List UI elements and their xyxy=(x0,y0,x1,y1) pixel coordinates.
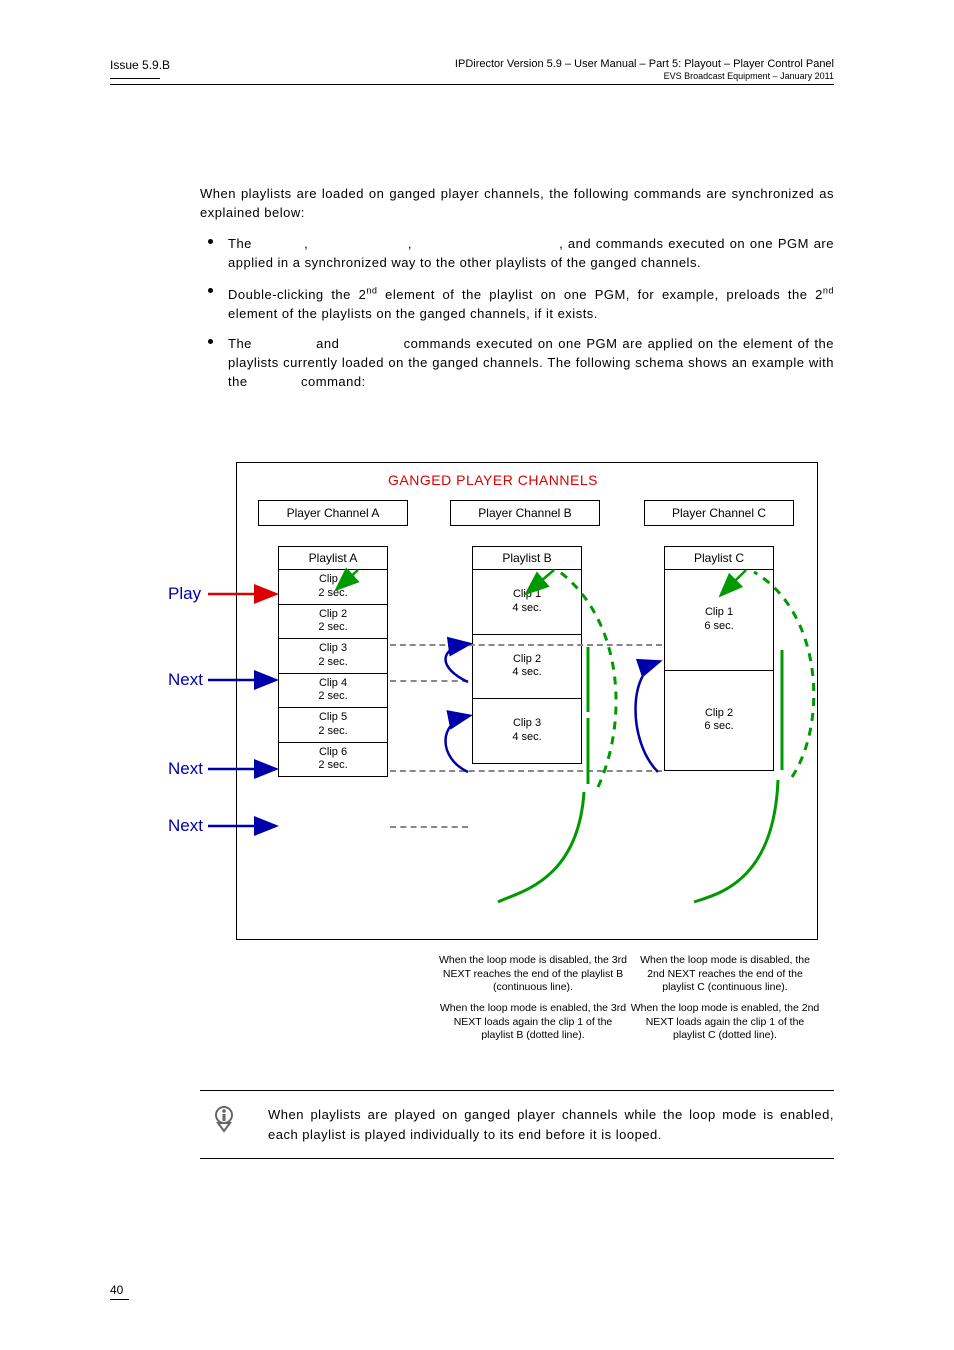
channel-b-box: Player Channel B xyxy=(450,500,600,526)
playlist-c-head: Playlist C xyxy=(665,547,773,570)
clip-c1: Clip 1 6 sec. xyxy=(665,570,773,671)
bullet-1-text: The , , , and commands executed on one P… xyxy=(228,236,834,270)
clip-b1-name: Clip 1 xyxy=(513,588,541,600)
intro-text: When playlists are loaded on ganged play… xyxy=(200,185,834,223)
clip-a6: Clip 62 sec. xyxy=(279,743,387,777)
clip-b3: Clip 3 4 sec. xyxy=(473,699,581,763)
dash-line-2 xyxy=(390,680,468,682)
bullet-1: The , , , and commands executed on one P… xyxy=(200,235,834,273)
clip-a2: Clip 22 sec. xyxy=(279,605,387,640)
bullet-list: The , , , and commands executed on one P… xyxy=(200,235,834,392)
bullet-3: The and commands executed on one PGM are… xyxy=(200,335,834,392)
clip-c1-name: Clip 1 xyxy=(705,606,733,618)
clip-a4-name: Clip 4 xyxy=(319,677,347,689)
clip-a2-dur: 2 sec. xyxy=(318,621,347,633)
clip-c2-name: Clip 2 xyxy=(705,707,733,719)
page-number: 40 xyxy=(110,1283,129,1300)
clip-a5: Clip 5 2 sec. xyxy=(279,708,387,743)
clip-a5-name: Clip 5 xyxy=(319,711,347,723)
clip-a6-name: Clip 6 xyxy=(319,746,347,758)
clip-a6-dur: 2 sec. xyxy=(318,759,347,771)
b1-gap: , , , xyxy=(257,236,564,251)
bullet-icon xyxy=(208,288,213,293)
clip-a2-name: Clip 2 xyxy=(319,608,347,620)
b2-a: Double-clicking the 2 xyxy=(228,287,366,302)
next-command-3: Next xyxy=(168,816,203,836)
next-command-1: Next xyxy=(168,670,203,690)
page-header: Issue 5.9.B IPDirector Version 5.9 – Use… xyxy=(110,58,834,85)
footnote-b-disabled: When the loop mode is disabled, the 3rd … xyxy=(438,954,628,995)
note-icon xyxy=(210,1105,238,1133)
footnote-c-disabled: When the loop mode is disabled, the 2nd … xyxy=(630,954,820,995)
dash-line-1 xyxy=(390,644,662,646)
next-command-2: Next xyxy=(168,759,203,779)
clip-b3-name: Clip 3 xyxy=(513,717,541,729)
bullet-3-text: The and commands executed on one PGM are… xyxy=(228,336,838,389)
channel-c-box: Player Channel C xyxy=(644,500,794,526)
clip-a4-dur: 2 sec. xyxy=(318,690,347,702)
playlist-a-head: Playlist A xyxy=(279,547,387,570)
bullet-2: Double-clicking the 2nd element of the p… xyxy=(200,284,834,323)
clip-a5-dur: 2 sec. xyxy=(318,725,347,737)
b2-sup2: nd xyxy=(823,285,834,295)
b2-mid: element of the playlist on one PGM, for … xyxy=(377,287,822,302)
playlist-c-col: Playlist C Clip 16 sec. Clip 26 sec. xyxy=(664,546,774,771)
clip-a3-name: Clip 3 xyxy=(319,642,347,654)
dash-line-4 xyxy=(390,826,468,828)
b2-after: element of the playlists on the ganged c… xyxy=(228,306,598,321)
header-right: IPDirector Version 5.9 – User Manual – P… xyxy=(455,58,834,82)
footnote-b-enabled: When the loop mode is enabled, the 3rd N… xyxy=(438,1002,628,1043)
clip-b3-dur: 4 sec. xyxy=(512,731,541,743)
play-command-label: Play xyxy=(168,584,201,604)
clip-a1-dur: 2 sec. xyxy=(318,587,347,599)
channel-a-box: Player Channel A xyxy=(258,500,408,526)
playlist-a-col: Playlist A Clip 12 sec. Clip 22 sec. Cli… xyxy=(278,546,388,777)
b1-pre: The xyxy=(228,236,257,251)
ganged-channels-diagram: GANGED PLAYER CHANNELS Player Channel A … xyxy=(158,462,828,1036)
b2-sup1: nd xyxy=(366,285,377,295)
playlist-b-col: Playlist B Clip 14 sec. Clip 24 sec. Cli… xyxy=(472,546,582,764)
clip-a1: Clip 1 2 sec. xyxy=(279,570,387,605)
bullet-icon xyxy=(208,339,213,344)
clip-b1: Clip 1 4 sec. xyxy=(473,570,581,635)
playlist-b-head: Playlist B xyxy=(473,547,581,570)
clip-b2-name: Clip 2 xyxy=(513,653,541,665)
header-subtitle: EVS Broadcast Equipment – January 2011 xyxy=(664,71,834,81)
clip-b1-dur: 4 sec. xyxy=(512,602,541,614)
clip-c1-dur: 6 sec. xyxy=(704,620,733,632)
body-content: When playlists are loaded on ganged play… xyxy=(200,185,834,404)
note-box: When playlists are played on ganged play… xyxy=(200,1090,834,1159)
clip-a3-dur: 2 sec. xyxy=(318,656,347,668)
header-title: IPDirector Version 5.9 – User Manual – P… xyxy=(455,58,834,70)
footnote-c-enabled: When the loop mode is enabled, the 2nd N… xyxy=(630,1002,820,1043)
clip-a1-name: Clip 1 xyxy=(319,573,347,585)
clip-a4: Clip 42 sec. xyxy=(279,674,387,709)
clip-c2: Clip 26 sec. xyxy=(665,671,773,771)
bullet-2-text: Double-clicking the 2nd element of the p… xyxy=(228,287,834,321)
note-text: When playlists are played on ganged play… xyxy=(268,1107,834,1142)
bullet-icon xyxy=(208,239,213,244)
dash-line-3 xyxy=(390,770,662,772)
issue-underline xyxy=(110,78,160,79)
clip-a3: Clip 3 2 sec. xyxy=(279,639,387,674)
clip-c2-dur: 6 sec. xyxy=(704,720,733,732)
clip-b2-dur: 4 sec. xyxy=(512,666,541,678)
